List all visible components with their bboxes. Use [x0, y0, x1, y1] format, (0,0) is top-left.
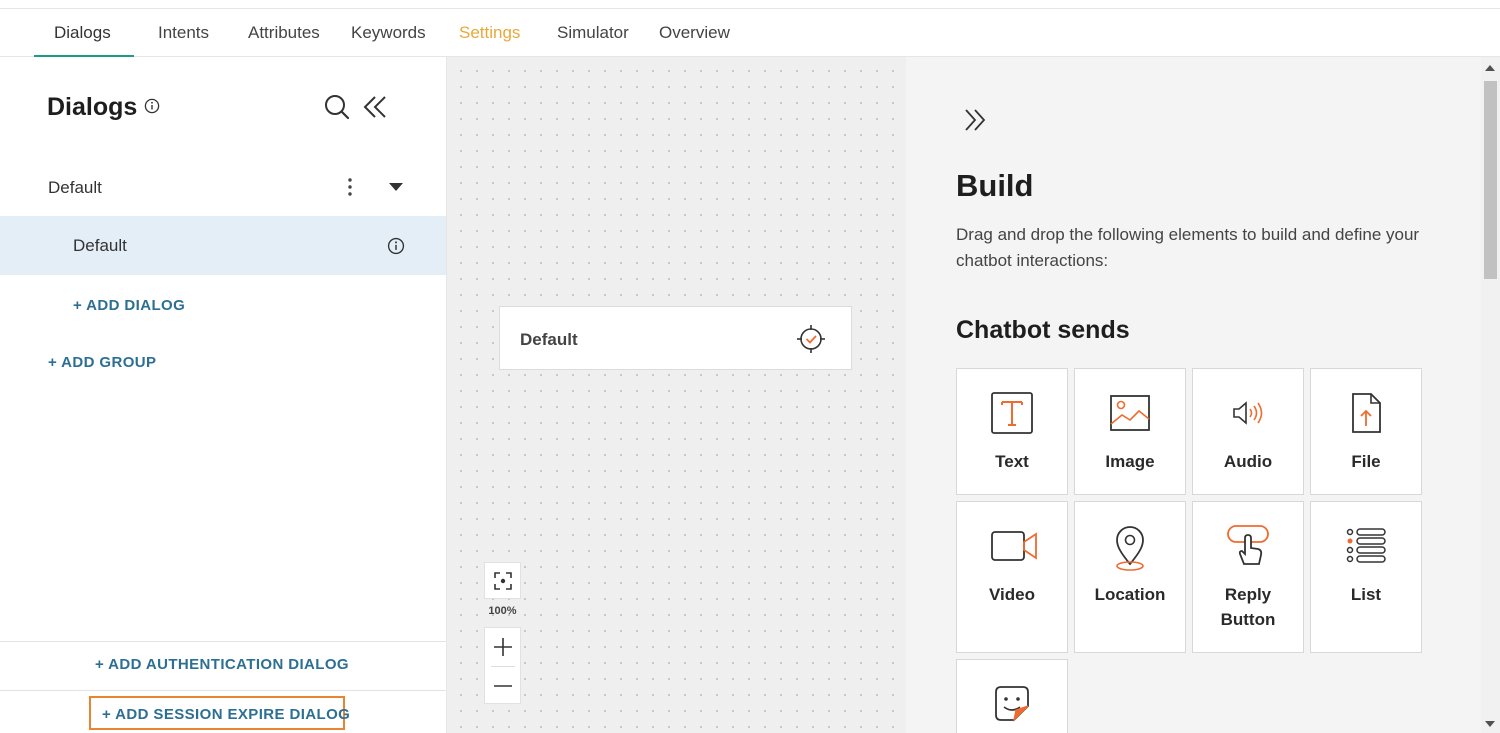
scroll-down-arrow-icon[interactable]: [1485, 721, 1495, 727]
element-list[interactable]: List: [1310, 501, 1422, 653]
chevron-down-icon[interactable]: [389, 183, 403, 192]
target-check-icon[interactable]: [796, 324, 826, 354]
tab-keywords[interactable]: Keywords: [351, 9, 426, 57]
reply-button-icon: [1227, 525, 1269, 565]
element-file[interactable]: File: [1310, 368, 1422, 495]
dialog-label: Default: [73, 236, 127, 255]
file-icon: [1352, 393, 1381, 433]
tab-intents[interactable]: Intents: [158, 9, 209, 57]
fit-view-icon: [494, 572, 512, 590]
zoom-in-icon[interactable]: [492, 636, 514, 658]
fit-view-button[interactable]: [484, 562, 521, 599]
add-authentication-dialog-link[interactable]: + ADD AUTHENTICATION DIALOG: [95, 656, 349, 673]
element-label: Audio: [1223, 452, 1273, 471]
divider: [0, 641, 446, 642]
build-description: Drag and drop the following elements to …: [956, 225, 1420, 270]
audio-icon: [1233, 401, 1263, 425]
tab-attributes[interactable]: Attributes: [248, 9, 320, 57]
text-icon: [991, 392, 1033, 434]
divider: [0, 690, 446, 691]
element-label: Location: [1094, 585, 1166, 604]
image-icon: [1110, 395, 1150, 431]
element-label: Text: [995, 452, 1029, 471]
zoom-controls: [484, 627, 521, 704]
element-label: Reply Button: [1220, 585, 1276, 629]
sticker-icon: [995, 686, 1029, 722]
element-label: List: [1350, 585, 1382, 604]
element-sticker[interactable]: [956, 659, 1068, 733]
element-reply-button[interactable]: Reply Button: [1192, 501, 1304, 653]
location-icon: [1116, 526, 1144, 571]
dialogs-sidebar: Dialogs Default Default + ADD DIALOG + A…: [0, 57, 447, 733]
dialog-group-row[interactable]: Default: [0, 159, 446, 216]
add-dialog-link[interactable]: + ADD DIALOG: [73, 297, 185, 314]
scroll-up-arrow-icon[interactable]: [1485, 65, 1495, 71]
element-location[interactable]: Location: [1074, 501, 1186, 653]
build-title: Build: [956, 168, 1034, 203]
element-label: Image: [1105, 452, 1155, 471]
element-label: File: [1351, 452, 1381, 471]
info-icon[interactable]: [144, 98, 160, 114]
build-panel: Build Drag and drop the following elemen…: [906, 57, 1481, 733]
vertical-scrollbar[interactable]: [1481, 57, 1500, 733]
divider: [491, 666, 515, 667]
tab-overview[interactable]: Overview: [659, 9, 730, 57]
zoom-level: 100%: [488, 605, 517, 617]
info-icon[interactable]: [387, 237, 405, 255]
dialog-node-default[interactable]: Default: [499, 306, 852, 370]
video-icon: [991, 531, 1037, 561]
element-video[interactable]: Video: [956, 501, 1068, 653]
tab-simulator[interactable]: Simulator: [557, 9, 629, 57]
scrollbar-thumb[interactable]: [1484, 81, 1497, 279]
top-navigation: Dialogs Intents Attributes Keywords Sett…: [0, 8, 1500, 57]
dialog-item-default[interactable]: Default: [0, 216, 446, 275]
element-image[interactable]: Image: [1074, 368, 1186, 495]
element-text[interactable]: Text: [956, 368, 1068, 495]
tab-dialogs[interactable]: Dialogs: [54, 9, 111, 57]
flow-canvas[interactable]: Default 100%: [447, 57, 906, 733]
add-group-link[interactable]: + ADD GROUP: [48, 354, 156, 371]
group-label: Default: [48, 178, 102, 197]
node-label: Default: [520, 330, 578, 349]
element-audio[interactable]: Audio: [1192, 368, 1304, 495]
sidebar-title: Dialogs: [47, 93, 138, 121]
add-session-expire-dialog-link[interactable]: + ADD SESSION EXPIRE DIALOG: [102, 706, 350, 723]
tab-settings[interactable]: Settings: [459, 9, 520, 57]
expand-panel-icon[interactable]: [964, 108, 988, 132]
search-icon[interactable]: [323, 93, 351, 121]
element-label: Video: [989, 585, 1035, 604]
collapse-sidebar-icon[interactable]: [362, 94, 388, 120]
more-options-icon[interactable]: [345, 176, 355, 198]
section-title: Chatbot sends: [956, 316, 1130, 344]
zoom-out-icon[interactable]: [492, 675, 514, 697]
list-icon: [1346, 528, 1386, 563]
